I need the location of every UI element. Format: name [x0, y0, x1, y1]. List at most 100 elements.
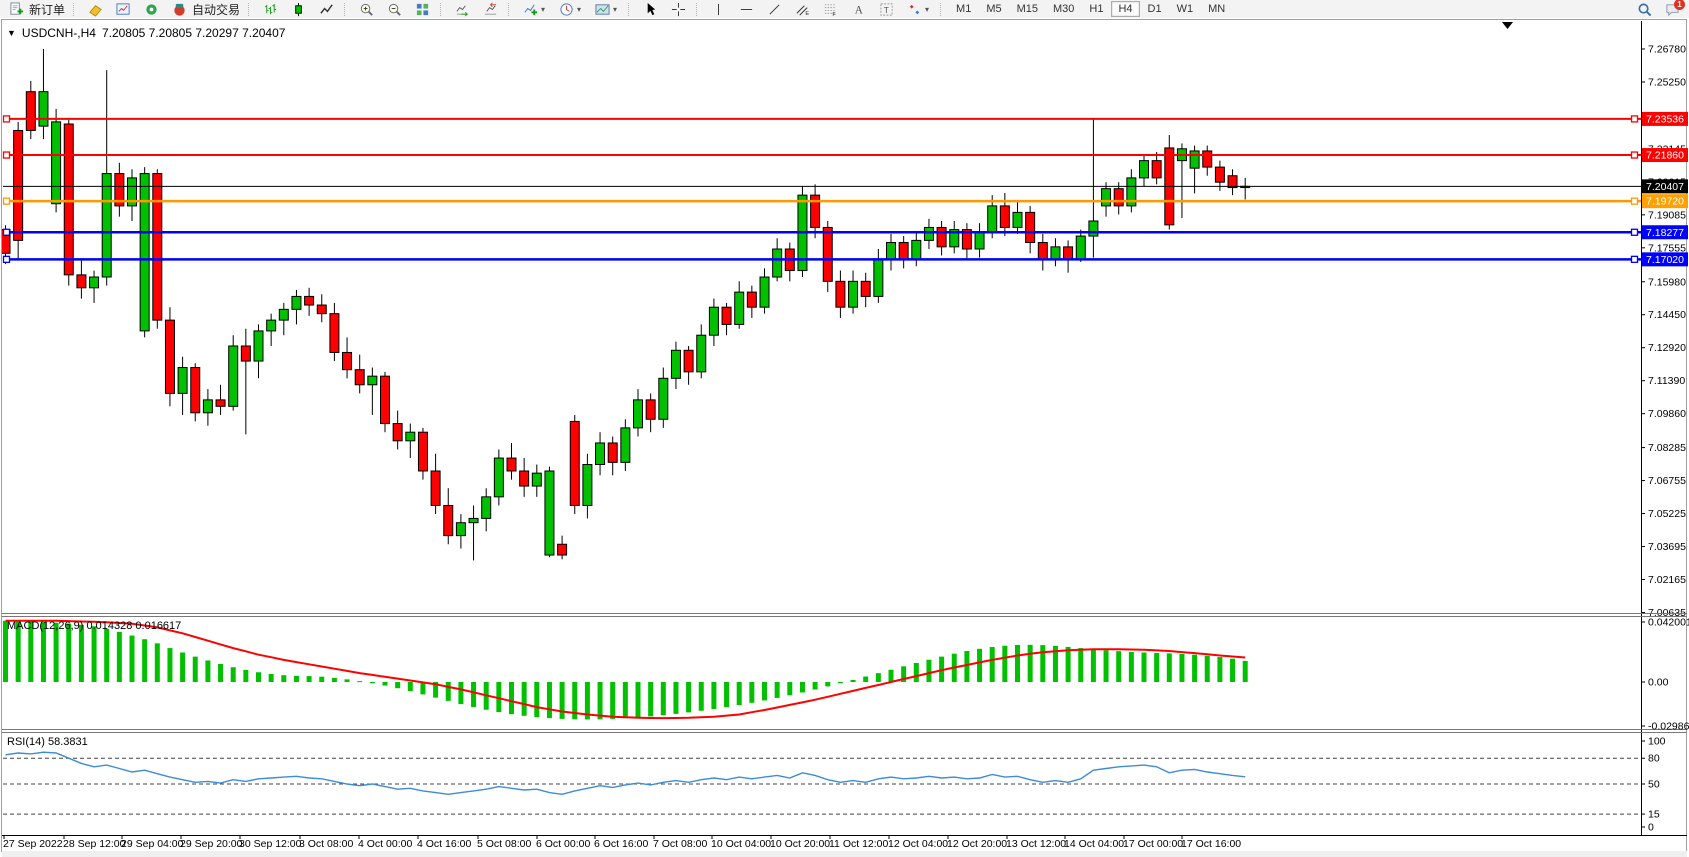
templates-button[interactable]: ▾ [589, 1, 624, 17]
periods-button[interactable]: ▾ [553, 1, 588, 17]
hline-left-handle[interactable] [4, 229, 10, 235]
notification-badge: 1 [1674, 0, 1685, 10]
svg-text:T: T [884, 4, 889, 14]
toolbar-separator [248, 3, 253, 16]
search-button[interactable] [1631, 1, 1658, 17]
fibonacci-icon: F [821, 1, 840, 17]
eraser-button[interactable] [82, 1, 109, 17]
chat-icon: 1 [1663, 1, 1682, 17]
timeframe-button-m5[interactable]: M5 [979, 1, 1008, 17]
bar-chart-icon [261, 1, 280, 17]
signals-button[interactable] [138, 1, 165, 17]
hline-icon [737, 1, 756, 17]
horizontal-line-button[interactable] [733, 1, 760, 17]
toolbar-separator [696, 3, 701, 16]
notifications-button[interactable]: 1 [1659, 1, 1686, 17]
timeframe-button-h4[interactable]: H4 [1111, 1, 1139, 17]
zoom-out-button[interactable] [381, 1, 408, 17]
line-chart-icon [317, 1, 336, 17]
candlestick-icon [289, 1, 308, 17]
hline-right-handle[interactable] [1632, 152, 1638, 158]
bar-chart-button[interactable] [257, 1, 284, 17]
price-tag-label: 7.19720 [1646, 196, 1684, 208]
vline-icon [709, 1, 728, 17]
dropdown-caret-icon[interactable]: ▾ [925, 5, 932, 14]
toolbar-separator [440, 3, 445, 16]
dropdown-caret-icon[interactable]: ▾ [613, 5, 620, 14]
hline-left-handle[interactable] [4, 152, 10, 158]
new-order-button[interactable]: 新订单 [3, 1, 69, 17]
candlestick-button[interactable] [285, 1, 312, 17]
vertical-line-button[interactable] [705, 1, 732, 17]
time-axis-label: 12 Oct 04:00 [888, 838, 948, 850]
tile-windows-button[interactable] [409, 1, 436, 17]
timeframe-button-w1[interactable]: W1 [1170, 1, 1201, 17]
chart-shift-button[interactable] [477, 1, 504, 17]
timeframe-button-h1[interactable]: H1 [1082, 1, 1110, 17]
line-chart-button[interactable] [313, 1, 340, 17]
time-axis-label: 3 Oct 08:00 [299, 838, 353, 850]
hline-left-handle[interactable] [4, 116, 10, 122]
text-icon: A [849, 1, 868, 17]
signals-icon [142, 1, 161, 17]
macd-axis-tick: -0.029864 [1648, 721, 1689, 733]
price-axis-tick: 7.25250 [1648, 76, 1686, 88]
crosshair-icon [669, 1, 688, 17]
autotrading-button[interactable]: 自动交易 [166, 1, 244, 17]
timeframe-button-m30[interactable]: M30 [1046, 1, 1081, 17]
price-axis-tick: 7.12920 [1648, 342, 1686, 354]
dropdown-caret-icon[interactable]: ▾ [577, 5, 584, 14]
price-tag-label: 7.18277 [1646, 227, 1684, 239]
hline-right-handle[interactable] [1632, 256, 1638, 262]
text-button[interactable]: A [845, 1, 872, 17]
dropdown-caret-icon[interactable]: ▾ [541, 5, 548, 14]
timeframe-button-m1[interactable]: M1 [949, 1, 978, 17]
time-axis-label: 27 Sep 2022 [3, 838, 63, 850]
rsi-axis-tick: 80 [1648, 753, 1660, 765]
trendline-button[interactable] [761, 1, 788, 17]
hline-right-handle[interactable] [1632, 198, 1638, 204]
time-axis-label: 29 Sep 04:00 [121, 838, 184, 850]
time-axis-label: 6 Oct 00:00 [536, 838, 590, 850]
cursor-button[interactable] [637, 1, 664, 17]
shapes-button[interactable]: ▾ [901, 1, 936, 17]
timeframe-button-m15[interactable]: M15 [1010, 1, 1045, 17]
price-axis-tick: 7.11390 [1648, 375, 1685, 387]
price-axis-tick: 7.14450 [1648, 309, 1686, 321]
time-axis-label: 10 Oct 04:00 [711, 838, 771, 850]
svg-text:A: A [855, 4, 864, 16]
label-button[interactable]: T [873, 1, 900, 17]
time-axis-label: 6 Oct 16:00 [594, 838, 648, 850]
timeframe-button-d1[interactable]: D1 [1141, 1, 1169, 17]
hline-right-handle[interactable] [1632, 116, 1638, 122]
time-axis-label: 12 Oct 20:00 [947, 838, 1007, 850]
price-axis-tick: 7.15980 [1648, 276, 1686, 288]
channel-button[interactable]: E [789, 1, 816, 17]
time-axis-label: 7 Oct 08:00 [653, 838, 707, 850]
hline-left-handle[interactable] [4, 256, 10, 262]
new-chart-button[interactable] [110, 1, 137, 17]
hline-left-handle[interactable] [4, 198, 10, 204]
timeframe-button-mn[interactable]: MN [1201, 1, 1232, 17]
price-axis-tick: 7.26780 [1648, 44, 1686, 56]
symbol-dropdown-icon[interactable]: ▼ [7, 28, 16, 38]
chart-canvas[interactable]: 7.267807.252507.221457.206157.190857.175… [0, 18, 1689, 857]
macd-axis-tick: 0.00 [1648, 677, 1669, 689]
crosshair-button[interactable] [665, 1, 692, 17]
time-axis-label: 29 Sep 20:00 [180, 838, 243, 850]
indicators-button[interactable]: ▾ [517, 1, 552, 17]
search-icon [1635, 1, 1654, 17]
time-axis-label: 5 Oct 08:00 [477, 838, 531, 850]
auto-scroll-icon [453, 1, 472, 17]
clock-icon [557, 1, 576, 17]
add-indicator-icon [521, 1, 540, 17]
auto-scroll-button[interactable] [449, 1, 476, 17]
price-axis-tick: 7.03695 [1648, 541, 1686, 553]
hline-right-handle[interactable] [1632, 229, 1638, 235]
new-chart-icon [114, 1, 133, 17]
rsi-axis-tick: 100 [1648, 736, 1666, 748]
trendline-icon [765, 1, 784, 17]
zoom-in-button[interactable] [353, 1, 380, 17]
chart-title-bar: ▼ USDCNH-,H4 7.20805 7.20805 7.20297 7.2… [7, 26, 285, 40]
fibonacci-button[interactable]: F [817, 1, 844, 17]
